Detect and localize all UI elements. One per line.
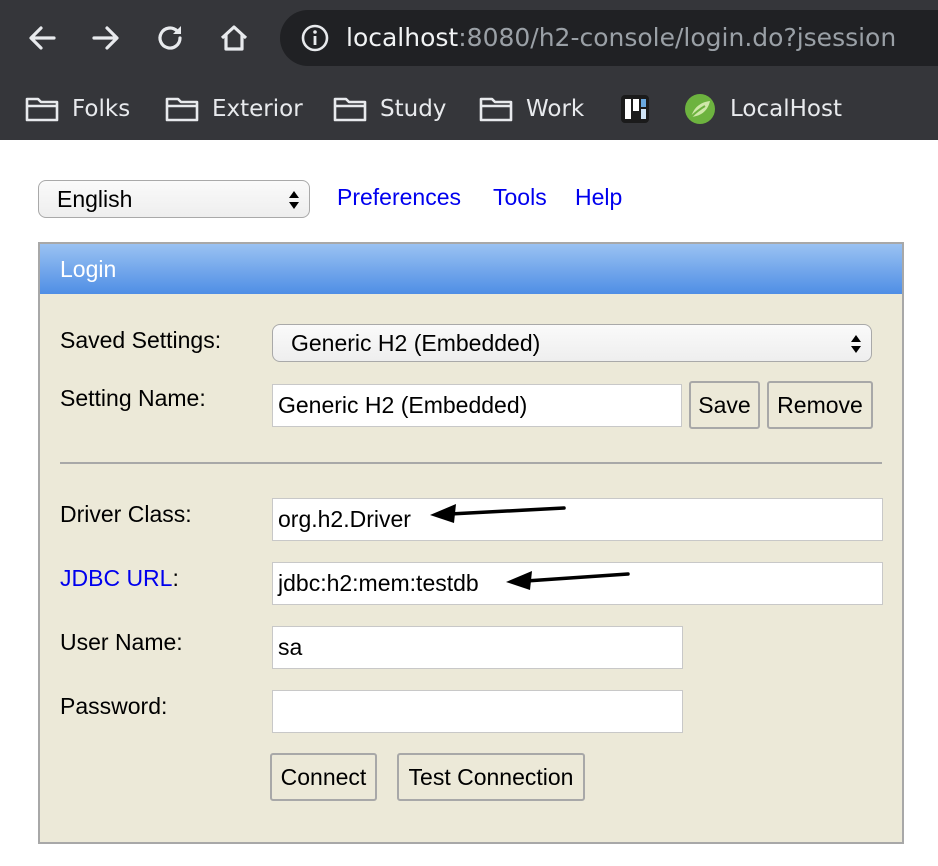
divider [60,462,882,464]
app-icon [618,92,652,126]
bookmark-exterior[interactable]: Exterior [164,88,303,130]
bookmark-folks[interactable]: Folks [24,88,130,130]
folder-icon [164,94,200,124]
password-label: Password: [60,693,168,719]
driver-class-field[interactable]: org.h2.Driver [272,498,883,541]
help-link[interactable]: Help [575,184,622,211]
bookmark-work[interactable]: Work [478,88,584,130]
bookmark-app[interactable] [618,88,652,130]
preferences-link[interactable]: Preferences [337,184,461,211]
bookmark-label: Study [380,96,447,122]
jdbc-url-label: JDBC URL: [60,565,179,592]
saved-settings-value: Generic H2 (Embedded) [291,330,541,356]
connect-button[interactable]: Connect [270,753,377,801]
url-text: localhost:8080/h2-console/login.do?jsess… [346,22,896,54]
language-value: English [57,186,133,212]
saved-settings-select[interactable]: Generic H2 (Embedded) [272,324,872,362]
folder-icon [332,94,368,124]
setting-name-label: Setting Name: [60,385,206,411]
setting-name-field[interactable]: Generic H2 (Embedded) [272,384,682,427]
select-arrows-icon [289,191,299,209]
jdbc-url-link[interactable]: JDBC URL [60,565,172,591]
folder-icon [478,94,514,124]
annotation-arrow-icon [430,504,566,523]
url-host: localhost [346,23,459,52]
bookmark-label: Exterior [212,96,303,122]
forward-icon[interactable] [86,18,126,58]
annotation-arrow-icon [506,571,630,590]
jdbc-url-colon: : [172,565,179,591]
bookmark-label: Work [526,96,585,122]
url-path: :8080/h2-console/login.do?jsession [458,23,897,52]
back-icon[interactable] [22,18,62,58]
login-panel: Login Saved Settings: Generic H2 (Embedd… [38,242,904,844]
user-name-label: User Name: [60,629,183,655]
user-name-field[interactable]: sa [272,626,683,669]
info-icon[interactable] [300,23,330,53]
language-select[interactable]: English [38,180,310,218]
saved-settings-label: Saved Settings: [60,327,222,353]
bookmark-label: LocalHost [730,96,842,122]
reload-icon[interactable] [150,18,190,58]
folder-icon [24,94,60,124]
login-header: Login [40,244,902,294]
home-icon[interactable] [214,18,254,58]
bookmark-label: Folks [72,96,131,122]
driver-class-label: Driver Class: [60,501,192,527]
address-bar[interactable]: localhost:8080/h2-console/login.do?jsess… [280,10,938,66]
save-button[interactable]: Save [689,381,760,429]
select-arrows-icon [851,335,861,353]
bookmark-study[interactable]: Study [332,88,446,130]
browser-toolbar: localhost:8080/h2-console/login.do?jsess… [0,0,938,78]
test-connection-button[interactable]: Test Connection [397,753,585,801]
tools-link[interactable]: Tools [493,184,547,211]
bookmark-localhost[interactable]: LocalHost [682,88,842,130]
remove-button[interactable]: Remove [767,381,873,429]
password-field[interactable] [272,690,683,733]
leaf-icon [682,92,718,126]
bookmarks-bar: Folks Exterior Study Work LocalHost [0,78,938,140]
